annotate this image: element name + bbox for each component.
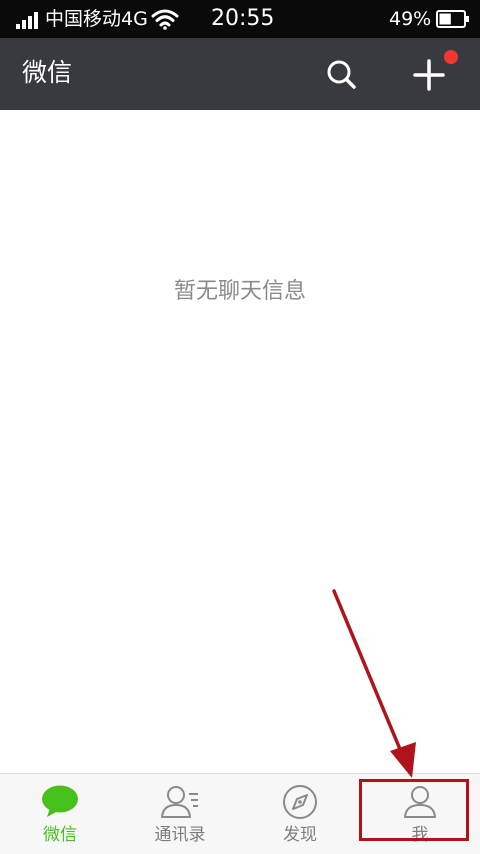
plus-icon bbox=[413, 59, 445, 91]
tab-label-contacts: 通讯录 bbox=[154, 825, 206, 845]
page-title: 微信 bbox=[22, 58, 73, 87]
signal-icon bbox=[16, 12, 38, 29]
status-bar: 中国移动4G 20:55 49% bbox=[0, 0, 480, 38]
wifi-icon bbox=[151, 9, 179, 30]
battery-percent: 49% bbox=[389, 8, 432, 30]
carrier-name: 中国移动4G bbox=[45, 8, 148, 30]
chat-bubble-icon bbox=[42, 785, 78, 817]
tab-label-chats: 微信 bbox=[43, 825, 77, 845]
notification-dot bbox=[444, 50, 458, 64]
tab-label-discover: 发现 bbox=[283, 825, 317, 845]
tab-chats[interactable]: 微信 bbox=[0, 774, 120, 854]
add-button[interactable] bbox=[408, 55, 450, 95]
tab-discover[interactable]: 发现 bbox=[240, 774, 360, 854]
search-button[interactable] bbox=[322, 55, 362, 95]
empty-chat-message: 暂无聊天信息 bbox=[173, 279, 306, 304]
clock-time: 20:55 bbox=[211, 6, 275, 31]
annotation-highlight-box bbox=[359, 779, 469, 841]
annotation-arrow bbox=[332, 589, 416, 778]
search-icon bbox=[327, 60, 356, 89]
tab-contacts[interactable]: 通讯录 bbox=[120, 774, 240, 854]
contacts-icon bbox=[161, 786, 198, 818]
compass-icon bbox=[283, 785, 317, 819]
app-header: 微信 bbox=[0, 38, 480, 110]
battery-icon bbox=[436, 10, 469, 28]
